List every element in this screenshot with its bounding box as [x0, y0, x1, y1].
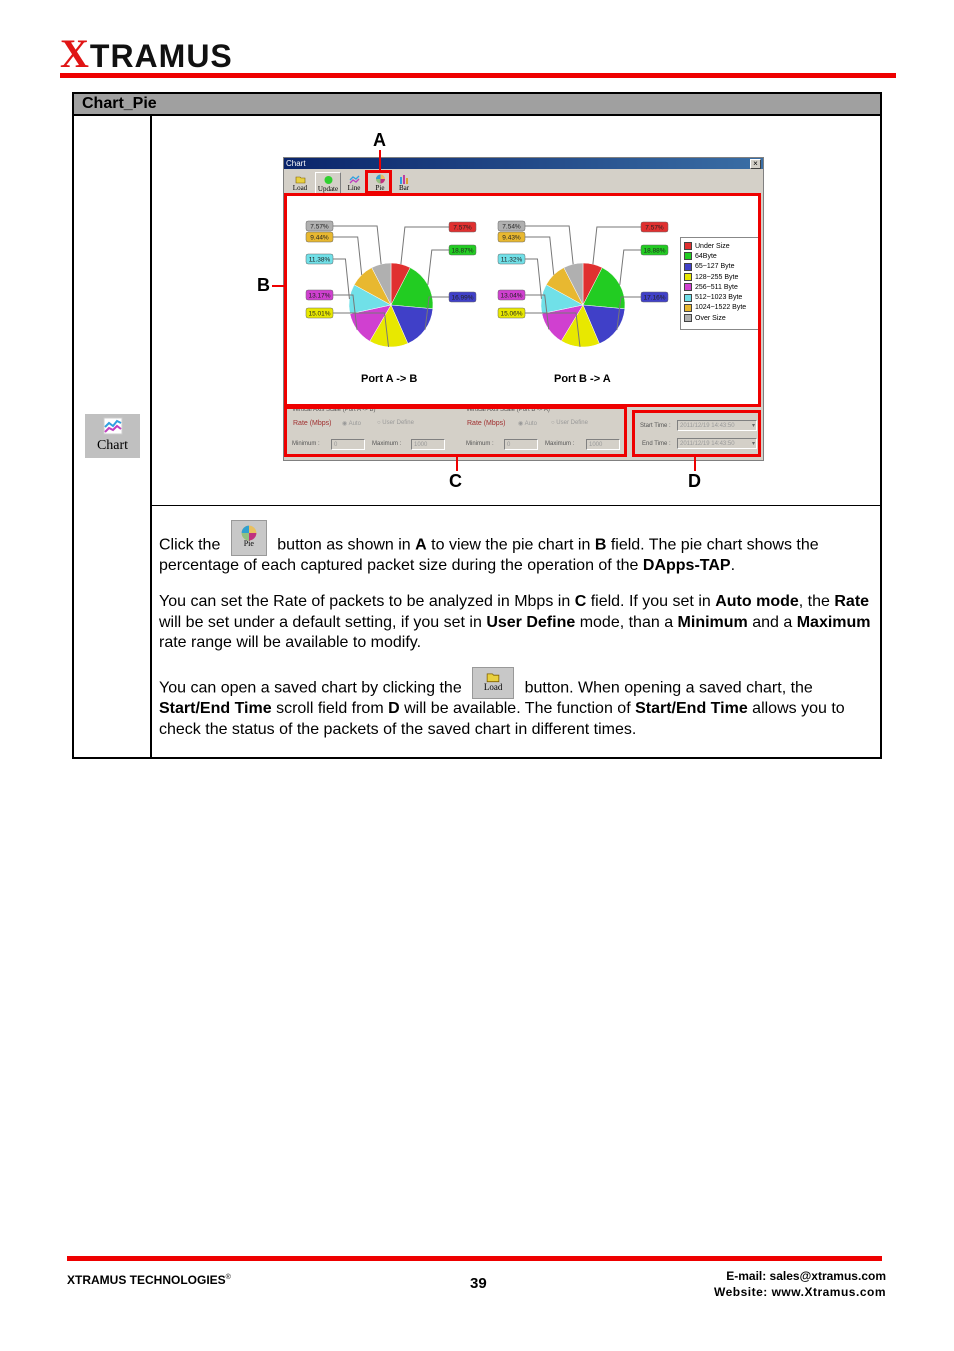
toolbar-load-button[interactable]: Load: [288, 172, 312, 194]
load-inline-label: Load: [483, 681, 503, 692]
line-chart-icon: [349, 175, 359, 184]
window-title: Chart: [286, 159, 306, 168]
company-name: XTRAMUS TECHNOLOGIES: [67, 1273, 226, 1287]
paragraph-load: You can open a saved chart by clicking t…: [159, 667, 875, 740]
bold-text: Auto mode: [715, 593, 799, 610]
footer-contact: E-mail: sales@xtramus.com Website: www.X…: [714, 1268, 886, 1300]
callout-d: D: [688, 471, 701, 491]
text: Click the: [159, 536, 221, 554]
text: will be available. The function of: [404, 700, 631, 717]
callout-a: A: [373, 130, 386, 150]
chart-line-icon: [103, 417, 123, 435]
text: button. When opening a saved chart, the: [524, 679, 813, 697]
leader-a: [379, 150, 381, 171]
xtramus-logo: XTRAMUS: [60, 30, 233, 77]
paragraph-rate: You can set the Rate of packets to be an…: [159, 592, 875, 654]
bold-text: Start/End Time: [159, 700, 272, 717]
text: button as shown in: [277, 536, 411, 554]
bold-text: B: [594, 536, 607, 554]
highlight-d: [632, 410, 761, 457]
toolbar-label: Update: [317, 185, 339, 193]
close-icon[interactable]: ×: [750, 159, 761, 169]
bold-text: DApps-TAP: [642, 557, 731, 574]
text: rate range will be available to modify.: [159, 634, 422, 651]
footer-email[interactable]: E-mail: sales@xtramus.com: [714, 1268, 886, 1284]
text: , the: [798, 593, 830, 610]
bold-text: User Define: [486, 613, 576, 631]
column-divider: [150, 115, 152, 759]
text: field. If you set in: [590, 593, 711, 610]
leader-b: [272, 285, 285, 287]
bar-chart-icon: [399, 175, 408, 184]
leader-d: [694, 456, 696, 471]
bold-text: Minimum: [677, 613, 748, 631]
highlight-a: [365, 170, 392, 194]
toolbar-label: Line: [347, 184, 361, 192]
toolbar-label: Bar: [398, 184, 410, 192]
toolbar-line-button[interactable]: Line: [342, 172, 366, 194]
table-title: Chart_Pie: [72, 92, 882, 116]
highlight-c: [284, 406, 627, 457]
bold-text: Maximum: [796, 613, 871, 631]
bold-text: D: [388, 700, 400, 717]
bold-text: C: [574, 593, 587, 610]
load-button-inline-image: Load: [472, 667, 515, 699]
footer-website[interactable]: Website: www.Xtramus.com: [714, 1284, 886, 1300]
chart-icon-label: Chart: [96, 438, 129, 453]
footer-divider: [67, 1256, 882, 1261]
text: will be set under a default setting, if …: [159, 613, 482, 631]
paragraph-pie: Click the Pie button as shown in A to vi…: [159, 520, 875, 577]
logo-text: TRAMUS: [89, 38, 233, 74]
callout-b: B: [257, 275, 270, 295]
page-number: 39: [470, 1275, 487, 1292]
pie-inline-label: Pie: [243, 538, 254, 548]
text: You can open a saved chart by clicking t…: [159, 679, 462, 697]
row-divider: [151, 505, 882, 506]
callout-c: C: [449, 471, 462, 491]
text: to view the pie chart in: [431, 536, 591, 554]
text: mode, than a: [579, 613, 674, 631]
chart-button-image: Chart: [85, 414, 140, 458]
green-dot-icon: [324, 176, 332, 184]
toolbar-label: Load: [292, 184, 308, 192]
folder-open-icon: [295, 176, 305, 184]
registered-mark: ®: [225, 1274, 231, 1281]
leader-c: [456, 456, 458, 471]
toolbar-bar-button[interactable]: Bar: [392, 172, 416, 194]
logo-x: X: [60, 31, 90, 76]
text: You can set the Rate of packets to be an…: [159, 593, 571, 610]
text: and a: [752, 613, 793, 631]
footer-company: XTRAMUS TECHNOLOGIES®: [67, 1273, 231, 1287]
pie-button-inline-image: Pie: [230, 520, 267, 556]
highlight-b: [284, 193, 761, 407]
bold-text: Start/End Time: [635, 700, 748, 717]
text: scroll field from: [276, 700, 384, 717]
bold-text: Rate: [834, 593, 870, 610]
header-divider: [60, 73, 896, 78]
text: .: [730, 557, 736, 574]
window-titlebar: Chart ×: [284, 158, 763, 169]
bold-text: A: [415, 536, 427, 554]
